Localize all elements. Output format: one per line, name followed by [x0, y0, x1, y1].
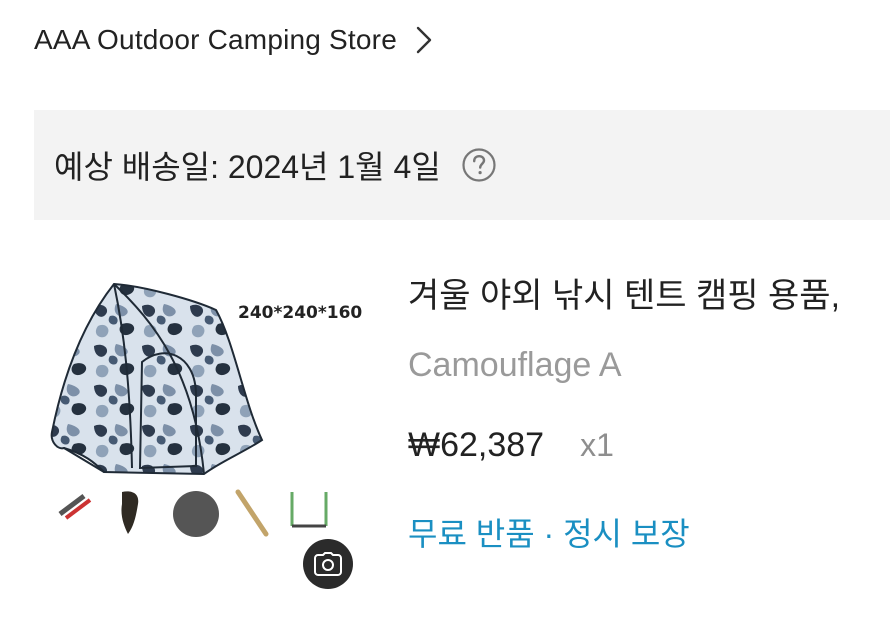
return-policy-link[interactable]: 무료 반품 · 정시 보장 [408, 509, 690, 555]
product-price: ₩62,387 [408, 426, 545, 464]
question-circle-icon[interactable] [461, 147, 497, 183]
store-header-link[interactable]: AAA Outdoor Camping Store [34, 24, 433, 56]
delivery-estimate-box: 예상 배송일: 2024년 1월 4일 [34, 110, 890, 220]
product-title[interactable]: 겨울 야외 낚시 텐트 캠핑 용품, [408, 268, 840, 317]
store-name: AAA Outdoor Camping Store [34, 24, 397, 55]
camera-icon [314, 552, 342, 576]
price-row: ₩62,387 x1 [408, 426, 614, 465]
chevron-right-icon [416, 26, 432, 54]
product-size-label: 240*240*160 [238, 303, 363, 323]
camera-button[interactable] [303, 539, 353, 589]
product-variant: Camouflage A [408, 346, 622, 384]
product-quantity: x1 [580, 427, 614, 463]
delivery-estimate-text: 예상 배송일: 2024년 1월 4일 [54, 149, 441, 185]
